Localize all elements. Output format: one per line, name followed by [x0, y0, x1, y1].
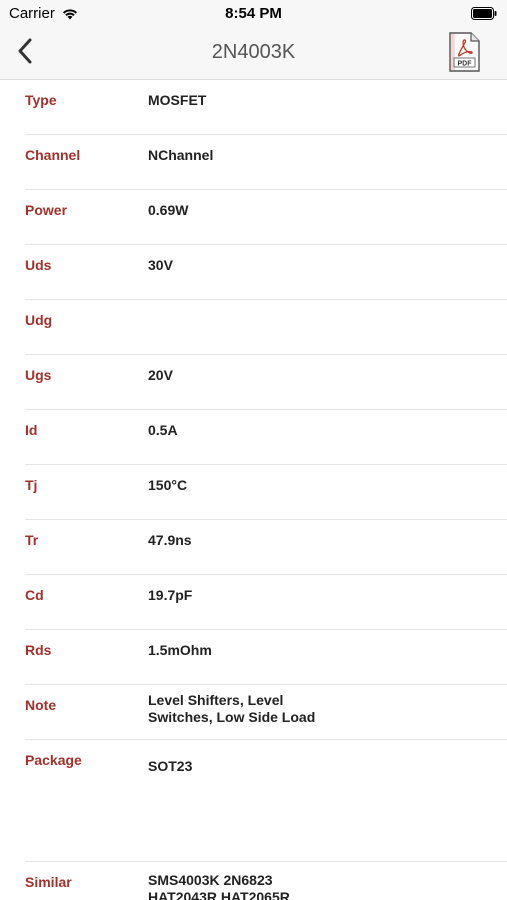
spec-label: Cd: [25, 587, 44, 603]
spec-label: Similar: [25, 874, 72, 890]
page-title: 2N4003K: [211, 41, 296, 63]
spec-value: SOT23: [148, 758, 193, 774]
pdf-icon-text: PDF: [458, 60, 473, 67]
spec-value: 19.7pF: [148, 587, 193, 603]
spec-row-ugs: Ugs 20V: [0, 355, 507, 410]
spec-row-note: Note Level Shifters, Level Switches, Low…: [0, 685, 507, 740]
spec-value: NChannel: [148, 147, 214, 163]
pdf-icon: PDF: [447, 32, 481, 76]
spec-row-uds: Uds 30V: [0, 245, 507, 300]
spec-row-tr: Tr 47.9ns: [0, 520, 507, 575]
spec-label: Power: [25, 202, 68, 218]
spec-value: 30V: [148, 257, 173, 273]
spec-value: Level Shifters, Level Switches, Low Side…: [148, 692, 316, 725]
spec-row-type: Type MOSFET: [0, 80, 507, 135]
spec-row-power: Power 0.69W: [0, 190, 507, 245]
spec-value: MOSFET: [148, 92, 207, 108]
spec-row-rds: Rds 1.5mOhm: [0, 630, 507, 685]
spec-row-udg: Udg: [0, 300, 507, 355]
status-time: 8:54 PM: [225, 5, 282, 22]
spec-label: Channel: [25, 147, 81, 163]
spec-label: Rds: [25, 642, 52, 658]
spec-list: Type MOSFET Channel NChannel Power 0.69W…: [0, 80, 507, 900]
spec-value: 150°C: [148, 477, 188, 493]
pdf-button[interactable]: PDF: [447, 32, 481, 72]
spec-label: Ugs: [25, 367, 52, 383]
back-button[interactable]: [10, 36, 40, 70]
spec-row-similar: Similar SMS4003K 2N6823 HAT2043R HAT2065…: [0, 862, 507, 900]
spec-label: Tr: [25, 532, 39, 548]
navigation-bar: 2N4003K PDF: [0, 28, 507, 80]
spec-label: Type: [25, 92, 57, 108]
spec-value: 20V: [148, 367, 173, 383]
spec-value: 1.5mOhm: [148, 642, 212, 658]
chevron-left-icon: [17, 37, 33, 70]
spec-value: SMS4003K 2N6823 HAT2043R HAT2065R: [148, 872, 290, 900]
spec-label: Package: [25, 752, 82, 768]
spec-label: Note: [25, 697, 57, 713]
status-bar: Carrier 8:54 PM: [0, 0, 507, 28]
spec-value: 47.9ns: [148, 532, 192, 548]
spec-label: Id: [25, 422, 38, 438]
spec-label: Uds: [25, 257, 52, 273]
battery-icon: [471, 7, 497, 20]
spec-row-cd: Cd 19.7pF: [0, 575, 507, 630]
spec-row-channel: Channel NChannel: [0, 135, 507, 190]
spec-value: 0.5A: [148, 422, 178, 438]
spec-row-package: Package SOT23: [0, 740, 507, 862]
spec-label: Udg: [25, 312, 53, 328]
spec-label: Tj: [25, 477, 38, 493]
spec-row-tj: Tj 150°C: [0, 465, 507, 520]
spec-value: 0.69W: [148, 202, 189, 218]
screen: Carrier 8:54 PM 2N4003K PDF Type MOSFET …: [0, 0, 507, 900]
spec-row-id: Id 0.5A: [0, 410, 507, 465]
